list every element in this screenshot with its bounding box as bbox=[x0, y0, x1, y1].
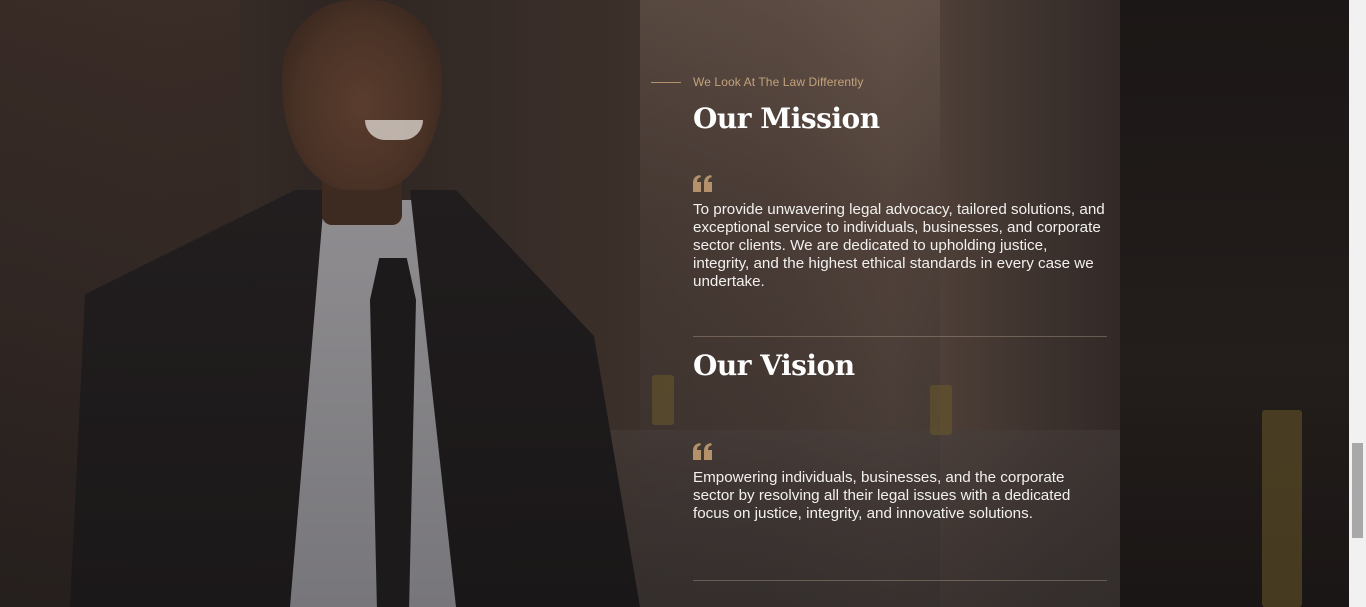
hero-photo-person bbox=[60, 0, 660, 607]
section-divider bbox=[693, 580, 1107, 581]
mission-heading: Our Mission bbox=[693, 102, 880, 135]
eyebrow-line bbox=[651, 81, 681, 83]
quote-icon bbox=[693, 175, 712, 192]
person-head bbox=[282, 0, 442, 190]
mission-vision-section: We Look At The Law Differently Our Missi… bbox=[651, 0, 1121, 607]
page-scrollbar[interactable] bbox=[1349, 0, 1366, 607]
section-eyebrow: We Look At The Law Differently bbox=[651, 75, 863, 89]
background-post bbox=[1262, 410, 1302, 607]
person-tie bbox=[370, 258, 416, 607]
section-divider bbox=[693, 336, 1107, 337]
background-building-right bbox=[1120, 0, 1349, 607]
quote-icon bbox=[693, 443, 712, 460]
hero-background: We Look At The Law Differently Our Missi… bbox=[0, 0, 1349, 607]
scrollbar-thumb[interactable] bbox=[1352, 443, 1363, 538]
eyebrow-text: We Look At The Law Differently bbox=[693, 75, 864, 89]
mission-text: To provide unwavering legal advocacy, ta… bbox=[693, 201, 1105, 290]
vision-text: Empowering individuals, businesses, and … bbox=[693, 469, 1071, 522]
vision-heading: Our Vision bbox=[693, 349, 855, 382]
